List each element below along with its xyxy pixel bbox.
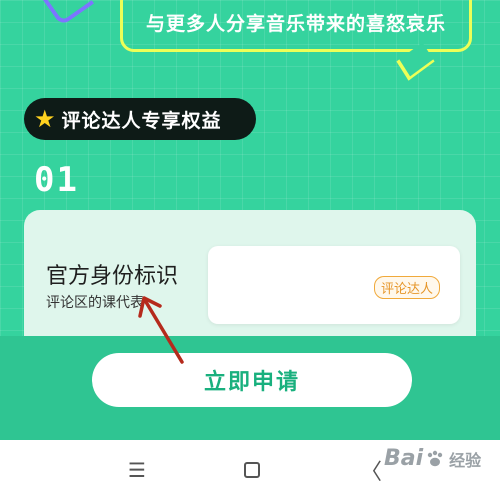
watermark-cn: 经验 <box>449 450 482 470</box>
back-icon[interactable]: 〈 <box>360 454 382 486</box>
benefit-section-title: 评论达人专享权益 <box>61 109 222 132</box>
menu-icon[interactable]: ☰ <box>128 458 146 482</box>
apply-now-button[interactable]: 立即申请 <box>92 353 412 407</box>
commenter-badge: 评论达人 <box>373 276 440 299</box>
home-icon[interactable] <box>244 462 260 478</box>
star-icon: ★ <box>34 105 56 133</box>
paw-icon <box>427 450 443 466</box>
activity-screen: 与更多人分享音乐带来的喜怒哀乐 ★ 评论达人专享权益 01 官方身份标识 评论区… <box>0 0 500 440</box>
benefit-section-header: ★ 评论达人专享权益 <box>24 98 256 140</box>
decorative-stroke-icon <box>41 0 95 27</box>
step-number: 01 <box>34 160 79 200</box>
benefit-card-title: 官方身份标识 <box>46 264 179 289</box>
watermark-latin-a: Bai <box>384 446 424 471</box>
speech-bubble: 与更多人分享音乐带来的喜怒哀乐 <box>120 0 472 52</box>
benefit-card-subtitle: 评论区的课代表 <box>46 295 144 311</box>
baidu-watermark: Bai 经验 <box>384 446 481 471</box>
badge-preview-box: 评论达人 <box>208 246 460 324</box>
bubble-text: 与更多人分享音乐带来的喜怒哀乐 <box>145 13 446 35</box>
